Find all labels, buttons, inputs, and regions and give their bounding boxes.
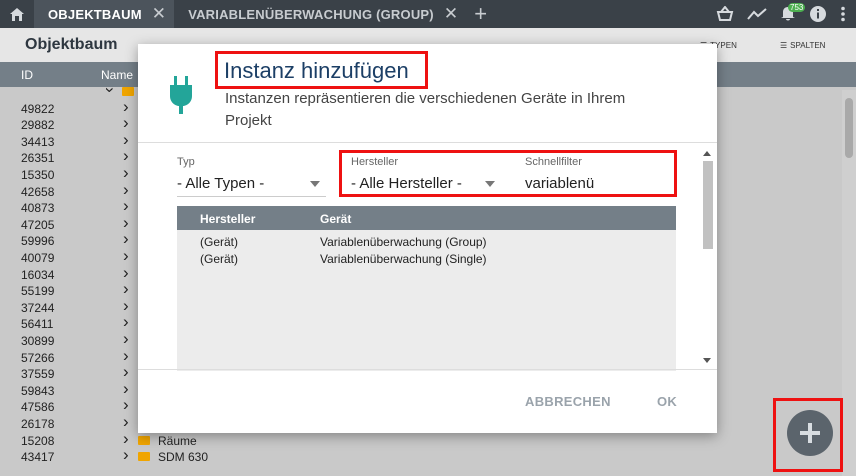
row-id: 43417 [21,450,55,465]
row-id: 47586 [21,400,55,415]
row-manufacturer: (Gerät) [200,252,239,266]
row-id: 26178 [21,417,55,431]
scroll-down-arrow-icon[interactable] [703,358,711,363]
row-id: 59843 [21,383,55,398]
row-id: 56411 [21,317,54,332]
scrollbar-thumb[interactable] [703,161,713,249]
dialog-header: Instanz hinzufügen Instanzen repräsentie… [138,44,717,142]
add-instance-dialog: Instanz hinzufügen Instanzen repräsentie… [138,44,717,433]
more-vertical-icon[interactable] [840,6,846,22]
cancel-button[interactable]: ABBRECHEN [525,394,611,409]
folder-icon [138,452,150,462]
home-button[interactable] [0,0,34,28]
row-id: 49822 [21,101,55,116]
info-icon[interactable] [809,5,827,23]
row-manufacturer: (Gerät) [200,235,239,249]
device-table: Hersteller Gerät (Gerät) Variablenüberwa… [177,206,676,371]
row-device: Variablenüberwachung (Group) [320,235,487,249]
dialog-description: Instanzen repräsentieren die verschieden… [225,90,626,129]
row-id: 55199 [21,284,55,299]
notifications-button[interactable]: 753 [780,3,806,23]
tab-label: VARIABLENÜBERWACHUNG (GROUP) [188,6,434,22]
table-row[interactable]: 43417 › SDM 630 [0,445,856,465]
table-row[interactable]: (Gerät) Variablenüberwachung (Single) [177,251,676,267]
add-tab-button[interactable]: + [474,0,487,28]
row-id: 34413 [21,134,55,149]
scrollbar-thumb[interactable] [845,98,853,158]
row-name: Räume [158,433,197,448]
column-header-id[interactable]: ID [21,68,33,82]
plug-icon [170,76,192,114]
type-filter-value: - Alle Typen - [177,175,265,192]
tab-label: OBJEKTBAUM [48,6,142,22]
row-id: 37244 [21,300,55,315]
row-id: 15208 [21,433,55,448]
chart-line-icon[interactable] [747,7,767,21]
home-icon [10,7,24,21]
row-name: SDM 630 [158,450,209,465]
dropdown-arrow-icon [310,181,320,187]
scroll-up-arrow-icon[interactable] [703,151,711,156]
notification-count-badge: 753 [788,3,806,12]
row-id: 40079 [21,251,55,265]
row-id: 42658 [21,184,55,199]
main-scrollbar[interactable] [842,90,856,476]
highlight-box-filters [339,150,677,197]
folder-icon [122,87,134,96]
row-id: 37559 [21,367,55,382]
list-icon: ☰ [780,41,788,50]
chevron-right-icon[interactable]: › [123,445,129,465]
top-bar: OBJEKTBAUM ✕ VARIABLENÜBERWACHUNG (GROUP… [0,0,856,28]
type-filter-label: Typ [177,156,195,168]
folder-icon [138,435,150,445]
dialog-actions: ABBRECHEN OK [138,370,717,433]
row-id: 40873 [21,201,55,216]
dialog-scrollbar[interactable] [700,147,715,369]
row-id: 47205 [21,217,55,232]
row-id: 57266 [21,350,55,365]
device-table-header: Hersteller Gerät [177,206,676,230]
row-id: 26351 [21,151,55,166]
column-header-device[interactable]: Gerät [320,212,351,226]
divider [138,142,717,143]
column-header-manufacturer[interactable]: Hersteller [200,212,255,226]
close-icon[interactable]: ✕ [152,4,166,24]
row-id: 59996 [21,234,55,249]
row-id: 15350 [21,168,55,182]
tab-variablenueberwachung[interactable]: VARIABLENÜBERWACHUNG (GROUP) ✕ [174,0,466,28]
close-icon[interactable]: ✕ [444,4,458,24]
tab-objektbaum[interactable]: OBJEKTBAUM ✕ [34,0,175,28]
columns-label: SPALTEN [790,41,826,50]
basket-icon[interactable] [716,6,734,22]
row-id: 16034 [21,267,55,282]
columns-button[interactable]: ☰ SPALTEN [780,41,825,50]
column-header-name[interactable]: Name [101,68,133,82]
table-row[interactable]: (Gerät) Variablenüberwachung (Group) [177,234,676,250]
row-device: Variablenüberwachung (Single) [320,252,487,266]
highlight-box-title [215,51,428,89]
highlight-box-fab [773,398,843,472]
chevron-down-icon[interactable]: › [100,87,120,93]
ok-button[interactable]: OK [657,394,677,409]
page-title: Objektbaum [25,36,118,53]
row-id: 29882 [21,118,55,133]
row-id: 30899 [21,334,55,348]
underline [177,196,326,197]
